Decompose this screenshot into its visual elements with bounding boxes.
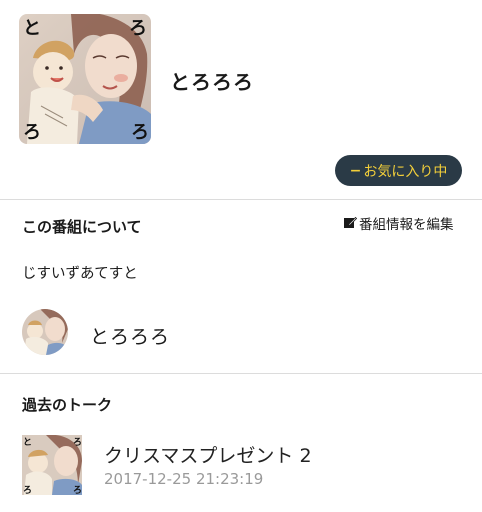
edit-program-label: 番組情報を編集 — [359, 217, 454, 233]
talk-date: 2017-12-25 21:23:19 — [104, 470, 264, 488]
svg-text:ろ: ろ — [131, 122, 149, 143]
past-talks-heading: 過去のトーク — [22, 396, 113, 414]
talk-thumbnail[interactable]: と ろ ろ ろ — [22, 435, 82, 495]
favorite-button[interactable]: − お気に入り中 — [335, 155, 462, 186]
svg-text:ろ: ろ — [23, 122, 41, 143]
svg-text:と: と — [23, 18, 41, 39]
svg-text:ろ: ろ — [73, 437, 82, 448]
divider — [0, 373, 482, 374]
program-description: じすいずあてすと — [22, 266, 138, 282]
talk-title[interactable]: クリスマスプレゼント 2 — [104, 441, 312, 468]
edit-program-link[interactable]: 番組情報を編集 — [343, 213, 454, 233]
svg-text:ろ: ろ — [23, 485, 32, 495]
host-avatar[interactable] — [22, 309, 68, 355]
svg-text:ろ: ろ — [73, 485, 82, 495]
divider — [0, 199, 482, 200]
svg-text:と: と — [23, 437, 32, 448]
about-heading: この番組について — [22, 218, 142, 236]
program-title: とろろろ — [170, 70, 254, 94]
edit-icon — [344, 216, 357, 228]
program-cover-image: と ろ ろ ろ — [19, 14, 151, 144]
minus-icon: − — [349, 162, 362, 179]
host-name[interactable]: とろろろ — [90, 322, 170, 349]
favorite-button-label: お気に入り中 — [363, 163, 448, 180]
mother-and-baby-drawing-icon: と ろ ろ ろ — [19, 14, 151, 144]
svg-text:ろ: ろ — [129, 18, 147, 39]
